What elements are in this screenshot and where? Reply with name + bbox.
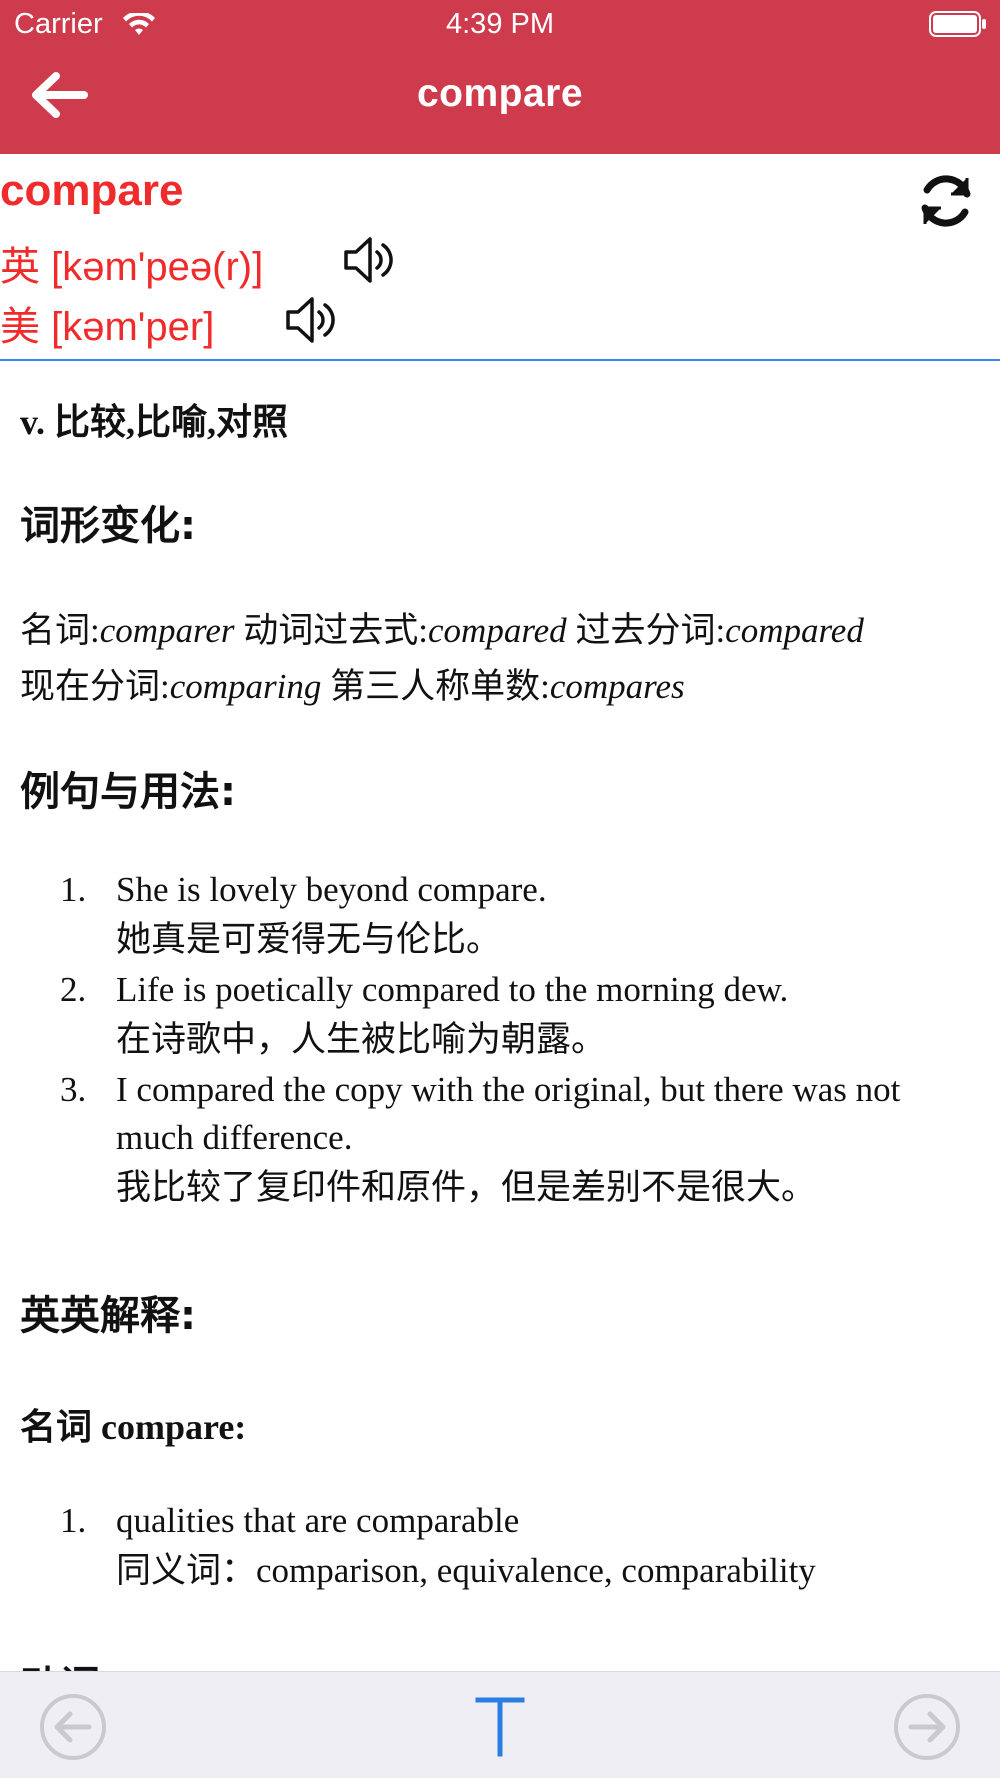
example-english: I compared the copy with the original, b… (116, 1070, 901, 1157)
form-value: comparer (99, 611, 235, 650)
uk-pronunciation: 英 [kəm'peə(r)] (0, 245, 264, 289)
uk-speaker-button[interactable] (342, 234, 398, 286)
item-number: 3. (60, 1070, 87, 1109)
item-number: 2. (60, 970, 87, 1009)
top-bar: Carrier 4:39 PM compare (0, 0, 1000, 154)
forms-heading: 词形变化: (20, 503, 196, 549)
item-number: 1. (60, 1501, 87, 1540)
example-chinese: 她真是可爱得无与伦比。 (116, 920, 502, 959)
synonyms: 同义词：comparison, equivalence, comparabili… (116, 1551, 816, 1590)
example-chinese: 我比较了复印件和原件，但是差别不是很大。 (116, 1168, 817, 1207)
english-definition-heading: 英英解释: (20, 1293, 196, 1339)
form-label: 过去分词: (575, 611, 726, 650)
clock: 4:39 PM (446, 8, 554, 40)
example-english: She is lovely beyond compare. (116, 870, 547, 909)
word-forms: 名词:comparer 动词过去式:compared 过去分词:compared… (20, 603, 995, 715)
circle-arrow-left-icon (40, 1694, 106, 1760)
refresh-button[interactable] (915, 170, 977, 232)
speaker-icon (344, 237, 393, 283)
example-chinese: 在诗歌中，人生被比喻为朝露。 (116, 1020, 607, 1059)
example-list: 1. She is lovely beyond compare. 她真是可爱得无… (60, 866, 960, 1214)
nav-title: compare (416, 72, 584, 115)
text-size-icon (475, 1697, 525, 1757)
status-bar: Carrier 4:39 PM (0, 0, 1000, 50)
noun-definition-item: 1. qualities that are comparable 同义词：com… (60, 1497, 960, 1597)
battery-icon (929, 11, 987, 45)
noun-definition-text: qualities that are comparable (116, 1501, 520, 1540)
refresh-icon (921, 175, 971, 227)
circle-arrow-right-icon (894, 1694, 960, 1760)
form-value: compared (725, 611, 864, 650)
example-item: 1. She is lovely beyond compare. 她真是可爱得无… (60, 866, 960, 966)
previous-word-button[interactable] (38, 1692, 108, 1762)
example-english: Life is poetically compared to the morni… (116, 970, 789, 1009)
noun-heading: 名词 compare: (20, 1407, 247, 1447)
noun-definition-list: 1. qualities that are comparable 同义词：com… (60, 1497, 960, 1597)
form-value: compares (549, 667, 685, 706)
form-label: 动词过去式: (243, 611, 429, 650)
form-label: 现在分词: (20, 667, 170, 706)
us-speaker-button[interactable] (284, 294, 340, 346)
us-pronunciation: 美 [kəm'per] (0, 305, 215, 349)
speaker-icon (286, 297, 335, 343)
definition-content[interactable]: v. 比较,比喻,对照 词形变化: 名词:comparer 动词过去式:comp… (0, 363, 1000, 1671)
form-label: 名词: (20, 611, 100, 650)
form-label: 第三人称单数: (330, 667, 550, 706)
bottom-toolbar (0, 1671, 1000, 1778)
examples-heading: 例句与用法: (20, 769, 236, 815)
form-value: comparing (169, 667, 322, 706)
example-item: 3. I compared the copy with the original… (60, 1066, 960, 1214)
text-size-button[interactable] (472, 1692, 528, 1762)
definition-summary: v. 比较,比喻,对照 (20, 402, 289, 442)
next-word-button[interactable] (892, 1692, 962, 1762)
item-number: 1. (60, 870, 87, 909)
form-value: compared (428, 611, 567, 650)
headword: compare (0, 166, 184, 215)
verb-heading: 动词 (20, 1653, 100, 1671)
example-item: 2. Life is poetically compared to the mo… (60, 966, 960, 1066)
word-header: compare 英 [kəm'peə(r)] 美 [kəm'per] (0, 154, 1000, 361)
